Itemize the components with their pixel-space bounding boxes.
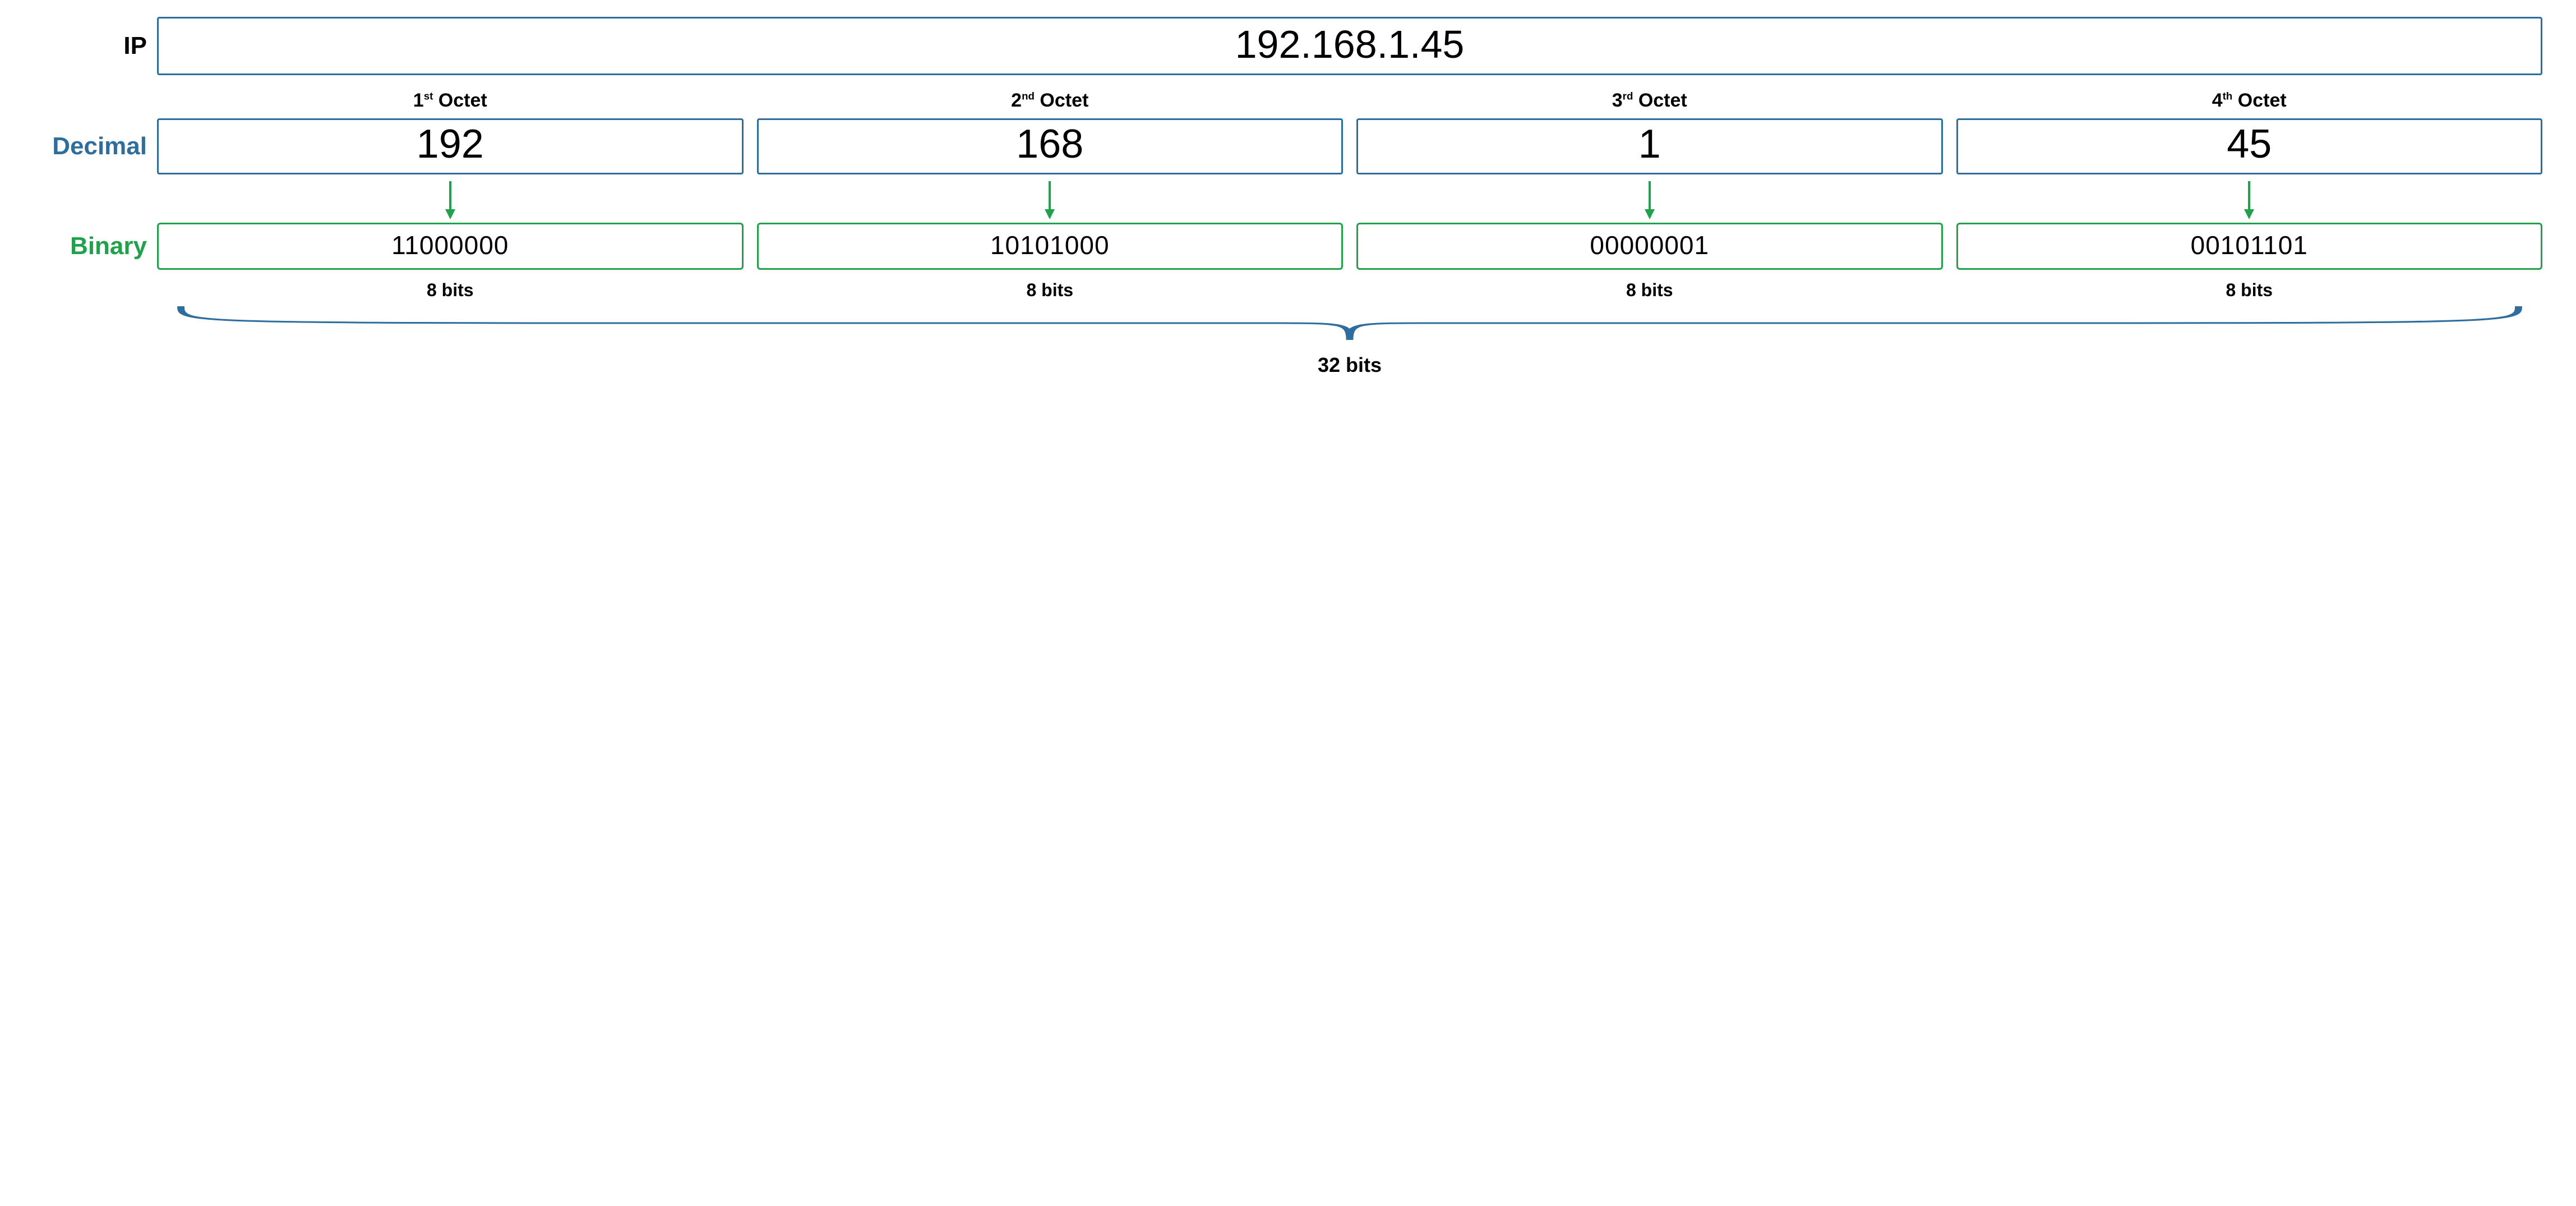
octet-header-3: 3rd Octet bbox=[1356, 90, 1943, 112]
binary-label: Binary bbox=[34, 232, 157, 260]
total-bits-label: 32 bits bbox=[157, 353, 2542, 377]
ip-row: IP 192.168.1.45 bbox=[34, 17, 2542, 75]
bits-label-2: 8 bits bbox=[757, 277, 1344, 301]
decimal-box-3: 1 bbox=[1356, 118, 1943, 174]
decimal-box-2: 168 bbox=[757, 118, 1344, 174]
binary-row: Binary 11000000 10101000 00000001 001011… bbox=[34, 223, 2542, 270]
binary-box-2: 10101000 bbox=[757, 223, 1344, 270]
octet-header-4: 4th Octet bbox=[1956, 90, 2543, 112]
brace-icon bbox=[157, 301, 2542, 351]
bits-label-4: 8 bits bbox=[1956, 277, 2543, 301]
decimal-row: Decimal 192 168 1 45 bbox=[34, 118, 2542, 174]
decimal-box-1: 192 bbox=[157, 118, 744, 174]
arrow-4 bbox=[1956, 181, 2543, 220]
binary-box-4: 00101101 bbox=[1956, 223, 2543, 270]
decimal-label: Decimal bbox=[34, 132, 157, 160]
arrow-1 bbox=[157, 181, 744, 220]
octet-header-1: 1st Octet bbox=[157, 90, 744, 112]
bits-label-3: 8 bits bbox=[1356, 277, 1943, 301]
binary-box-1: 11000000 bbox=[157, 223, 744, 270]
octet-header-2: 2nd Octet bbox=[757, 90, 1344, 112]
arrow-row bbox=[34, 181, 2542, 220]
ip-full-box: 192.168.1.45 bbox=[157, 17, 2542, 75]
ip-label: IP bbox=[34, 32, 157, 60]
binary-box-3: 00000001 bbox=[1356, 223, 1943, 270]
decimal-box-4: 45 bbox=[1956, 118, 2543, 174]
arrow-2 bbox=[757, 181, 1344, 220]
arrow-3 bbox=[1356, 181, 1943, 220]
octet-header-row: 1st Octet 2nd Octet 3rd Octet 4th Octet bbox=[34, 90, 2542, 112]
brace-total: 32 bits bbox=[157, 301, 2542, 377]
bits-row: 8 bits 8 bits 8 bits 8 bits bbox=[34, 277, 2542, 301]
bits-label-1: 8 bits bbox=[157, 277, 744, 301]
